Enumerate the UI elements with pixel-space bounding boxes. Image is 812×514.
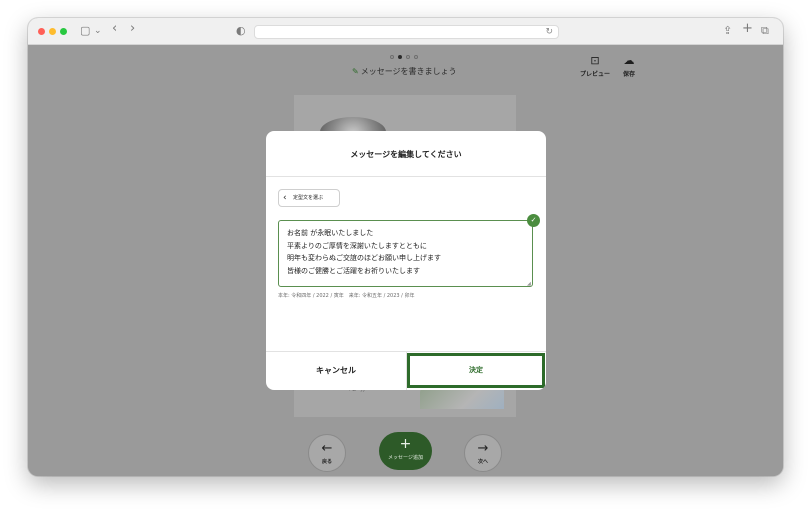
forward-nav-icon[interactable]: › — [130, 22, 135, 36]
arrow-right-icon: → — [477, 441, 489, 456]
preview-icon: ⊡ — [590, 54, 600, 67]
add-message-label: メッセージ追加 — [388, 455, 423, 461]
message-line: お名前 が永眠いたしました — [287, 229, 374, 237]
step-dot — [414, 55, 418, 59]
address-bar[interactable]: ↻ — [254, 25, 559, 39]
zoom-window-button[interactable] — [60, 28, 67, 35]
choose-template-label: 定型文を選ぶ — [293, 195, 324, 201]
close-window-button[interactable] — [38, 28, 45, 35]
message-textarea[interactable]: お名前 が永眠いたしました 平素よりのご厚情を深謝いたしますとともに 明年も変わ… — [278, 220, 533, 287]
browser-toolbar: ▢ ⌄ ‹ › ◐ ↻ ⇪ + ⧉ — [28, 18, 783, 45]
preview-label: プレビュー — [580, 71, 611, 78]
step-dot-active — [398, 55, 402, 59]
reload-icon[interactable]: ↻ — [545, 26, 553, 39]
sidebar-icon[interactable]: ▢ — [80, 24, 90, 38]
arrow-left-icon: ← — [321, 441, 333, 456]
back-label: 戻る — [321, 459, 332, 465]
step-dot — [390, 55, 394, 59]
cancel-button[interactable]: キャンセル — [266, 352, 406, 390]
message-line: 明年も変わらぬご交誼のほどお願い申し上げます — [287, 254, 441, 262]
new-tab-icon[interactable]: + — [742, 22, 753, 36]
message-line: 平素よりのご厚情を深謝いたしますとともに — [287, 241, 427, 250]
message-line: 皆様のご健勝とご活躍をお祈りいたします — [287, 266, 420, 275]
next-label: 次へ — [477, 459, 488, 465]
year-info: 本年: 令和四年 / 2022 / 寅年 来年: 令和五年 / 2023 / 卯… — [278, 293, 415, 299]
next-button[interactable]: → 次へ — [464, 434, 502, 472]
add-message-button[interactable]: + メッセージ追加 — [379, 432, 432, 470]
resize-handle-icon[interactable]: ◢ — [527, 281, 531, 287]
step-title: ✎ メッセージを書きましょう — [352, 66, 457, 77]
divider — [266, 176, 546, 177]
page-content: ✎ メッセージを書きましょう ⊡ プレビュー ☁ 保存 〜 〃 ← 戻る + メッ… — [28, 45, 783, 476]
tab-overview-icon[interactable]: ⧉ — [761, 24, 769, 38]
confirm-button[interactable]: 決定 — [407, 353, 545, 388]
step-title-text: メッセージを書きましょう — [360, 67, 457, 76]
minimize-window-button[interactable] — [49, 28, 56, 35]
cloud-upload-icon: ☁ — [623, 54, 635, 67]
preview-button[interactable]: ⊡ プレビュー — [580, 54, 611, 79]
check-icon: ✓ — [527, 214, 540, 227]
edit-message-dialog: メッセージを編集してください ‹ 定型文を選ぶ お名前 が永眠いたしました 平素… — [266, 131, 546, 390]
share-icon[interactable]: ⇪ — [723, 24, 732, 38]
privacy-shield-icon[interactable]: ◐ — [236, 24, 246, 38]
save-label: 保存 — [623, 71, 636, 78]
save-button[interactable]: ☁ 保存 — [623, 54, 636, 79]
back-button[interactable]: ← 戻る — [308, 434, 346, 472]
plus-icon: + — [399, 436, 412, 452]
back-nav-icon[interactable]: ‹ — [112, 22, 117, 36]
chevron-down-icon[interactable]: ⌄ — [94, 24, 102, 38]
step-dot — [406, 55, 410, 59]
pen-icon: ✎ — [352, 67, 359, 76]
chevron-left-icon: ‹ — [283, 193, 287, 203]
dialog-title: メッセージを編集してください — [350, 150, 462, 159]
browser-window: ▢ ⌄ ‹ › ◐ ↻ ⇪ + ⧉ ✎ メッセージを書きましょう ⊡ プレビュー … — [28, 18, 783, 476]
choose-template-button[interactable]: ‹ 定型文を選ぶ — [278, 189, 340, 207]
